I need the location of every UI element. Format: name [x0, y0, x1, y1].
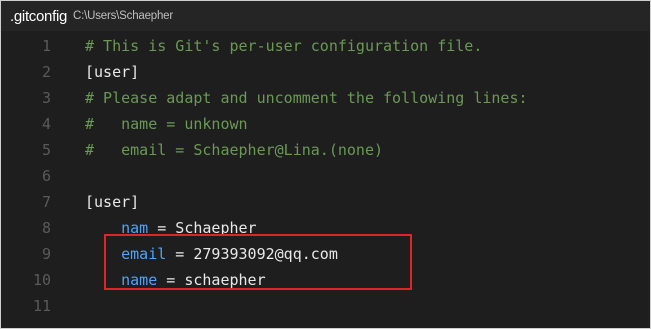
line-number: 9 — [41, 245, 51, 263]
line-code: # Please adapt and uncomment the followi… — [85, 85, 528, 111]
line-number: 4 — [41, 115, 51, 133]
code-token: # This is Git's per-user configuration f… — [85, 37, 483, 55]
code-token: # email = Schaepher@Lina.(none) — [85, 141, 384, 159]
code-line[interactable]: 1 # This is Git's per-user configuration … — [1, 33, 650, 59]
code-token: # name = unknown — [85, 115, 248, 133]
line-number: 7 — [41, 193, 51, 211]
line-code: [user] — [85, 189, 139, 215]
line-code: # This is Git's per-user configuration f… — [85, 33, 482, 59]
code-line[interactable]: 4 # name = unknown — [1, 111, 650, 137]
code-line[interactable]: 11 — [1, 293, 650, 319]
line-code: # email = Schaepher@Lina.(none) — [85, 137, 383, 163]
highlight-annotation-box — [104, 234, 412, 290]
line-number: 1 — [41, 37, 51, 55]
line-number: 8 — [41, 219, 51, 237]
line-number: 2 — [41, 63, 51, 81]
line-code: # name = unknown — [85, 111, 248, 137]
code-token: # Please adapt and uncomment the followi… — [85, 89, 528, 107]
code-line[interactable]: 7 [user] — [1, 189, 650, 215]
file-name[interactable]: .gitconfig — [10, 8, 67, 25]
editor-window: .gitconfig C:\Users\Schaepher 1 # This is… — [0, 0, 651, 329]
code-line[interactable]: 2 [user] — [1, 59, 650, 85]
line-number: 6 — [41, 167, 51, 185]
code-token: [user] — [85, 63, 140, 81]
line-number: 5 — [41, 141, 51, 159]
code-line[interactable]: 5 # email = Schaepher@Lina.(none) — [1, 137, 650, 163]
code-token: [user] — [85, 193, 140, 211]
line-number: 3 — [41, 89, 51, 107]
code-line[interactable]: 3 # Please adapt and uncomment the follow… — [1, 85, 650, 111]
line-code: [user] — [85, 59, 139, 85]
file-path: C:\Users\Schaepher — [73, 10, 173, 22]
line-number: 10 — [32, 271, 51, 289]
editor-title-bar: .gitconfig C:\Users\Schaepher — [1, 1, 650, 31]
code-line[interactable]: 6 — [1, 163, 650, 189]
line-number: 11 — [32, 297, 51, 315]
